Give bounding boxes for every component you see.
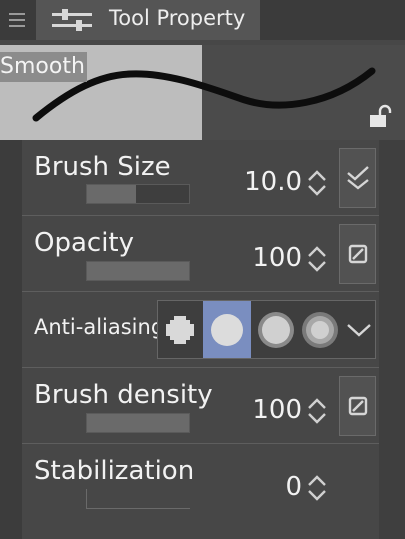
spin-updown-icon[interactable] — [306, 473, 328, 507]
check-chevron-icon[interactable] — [339, 148, 376, 208]
slider-stabilization[interactable] — [86, 489, 190, 509]
slider-fill — [87, 262, 189, 280]
label-stabilization: Stabilization — [34, 456, 195, 486]
tab-title: Tool Property — [109, 6, 246, 30]
row-divider — [22, 367, 379, 368]
unlocked-padlock-icon[interactable] — [368, 104, 392, 132]
spin-updown-icon[interactable] — [306, 396, 328, 430]
title-bar: Tool Property — [0, 0, 405, 40]
label-brush-density: Brush density — [34, 380, 213, 410]
aa-option-none-icon[interactable] — [158, 301, 202, 358]
spin-updown-icon[interactable] — [306, 168, 328, 202]
slider-opacity[interactable] — [86, 261, 190, 281]
value-stabilization[interactable]: 0 — [236, 472, 302, 502]
aa-option-strong-icon[interactable] — [299, 301, 341, 358]
slider-brush-size[interactable] — [86, 184, 190, 204]
slider-fill — [87, 414, 189, 432]
label-anti-aliasing: Anti-aliasing — [34, 315, 165, 339]
spin-updown-icon[interactable] — [306, 244, 328, 278]
value-brush-size[interactable]: 10.0 — [236, 167, 302, 197]
label-brush-size: Brush Size — [34, 152, 171, 182]
dynamics-icon[interactable] — [339, 224, 376, 284]
tab-tool-property[interactable]: Tool Property — [36, 0, 260, 40]
value-brush-density[interactable]: 100 — [236, 395, 302, 425]
anti-aliasing-selector[interactable] — [157, 300, 376, 359]
value-opacity[interactable]: 100 — [236, 243, 302, 273]
row-divider — [22, 443, 379, 444]
aa-option-medium-icon[interactable] — [253, 301, 299, 358]
row-divider — [22, 215, 379, 216]
sliders-icon — [50, 8, 94, 36]
panel-scroll-gutter[interactable] — [379, 140, 405, 539]
chevron-down-icon[interactable] — [342, 301, 376, 358]
slider-fill — [87, 185, 136, 203]
dynamics-icon[interactable] — [339, 376, 376, 436]
row-divider — [22, 291, 379, 292]
aa-option-weak-icon[interactable] — [203, 301, 251, 358]
hamburger-menu-icon[interactable] — [0, 0, 34, 40]
label-opacity: Opacity — [34, 228, 135, 258]
slider-brush-density[interactable] — [86, 413, 190, 433]
preset-name: Smooth — [0, 52, 87, 82]
panel-left-gutter — [0, 140, 22, 539]
